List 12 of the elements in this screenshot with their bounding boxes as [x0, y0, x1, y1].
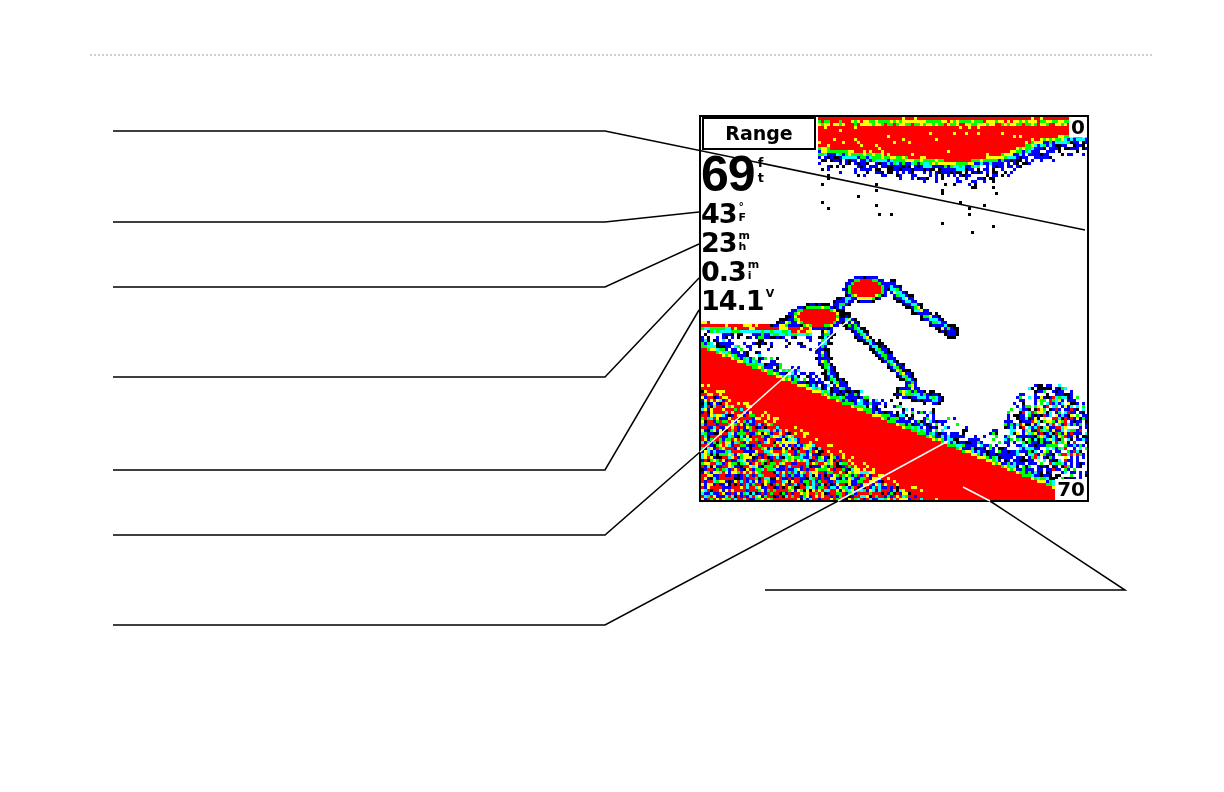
readout-value: 43: [701, 199, 737, 228]
readout-value: 23: [701, 228, 737, 257]
range-label: Range: [702, 117, 816, 150]
depth-scale-label: 0: [1069, 117, 1087, 137]
readout-unit: mh: [738, 230, 751, 252]
readout-unit: °F: [738, 201, 747, 223]
readout-value: 0.3: [701, 257, 746, 286]
readout-value: 14.1: [701, 286, 764, 315]
depth-scale-label: 70: [1055, 479, 1087, 500]
readout-value: 69: [701, 150, 755, 199]
readout-unit: V: [765, 288, 775, 299]
readout-unit: mi: [747, 259, 760, 281]
